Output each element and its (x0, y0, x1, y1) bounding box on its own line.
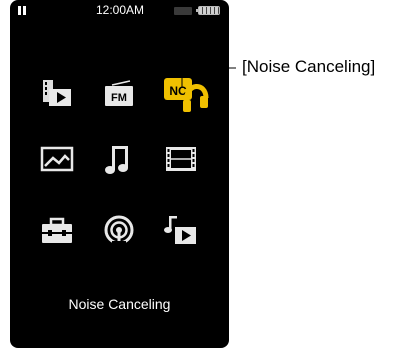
device-screen: 12:00AM FM NC Noise Canceling (10, 0, 229, 348)
settings-toolbox-icon[interactable] (36, 210, 78, 252)
callout-label: [Noise Canceling] (242, 57, 376, 76)
pause-icon (18, 6, 26, 15)
clock: 12:00AM (95, 3, 145, 17)
fm-radio-icon[interactable]: FM (98, 72, 140, 114)
photo-icon[interactable] (36, 138, 78, 180)
video-icon[interactable] (36, 72, 78, 114)
battery-icon (196, 6, 220, 15)
film-icon[interactable] (160, 138, 202, 180)
status-bar: 12:00AM (10, 0, 229, 22)
svg-text:FM: FM (111, 92, 127, 104)
signal-icon (174, 7, 192, 15)
music-video-icon[interactable] (160, 210, 202, 252)
noise-canceling-icon[interactable]: NC (160, 68, 210, 118)
music-icon[interactable] (98, 138, 140, 180)
podcast-icon[interactable] (98, 210, 140, 252)
menu-caption: Noise Canceling (68, 296, 171, 312)
